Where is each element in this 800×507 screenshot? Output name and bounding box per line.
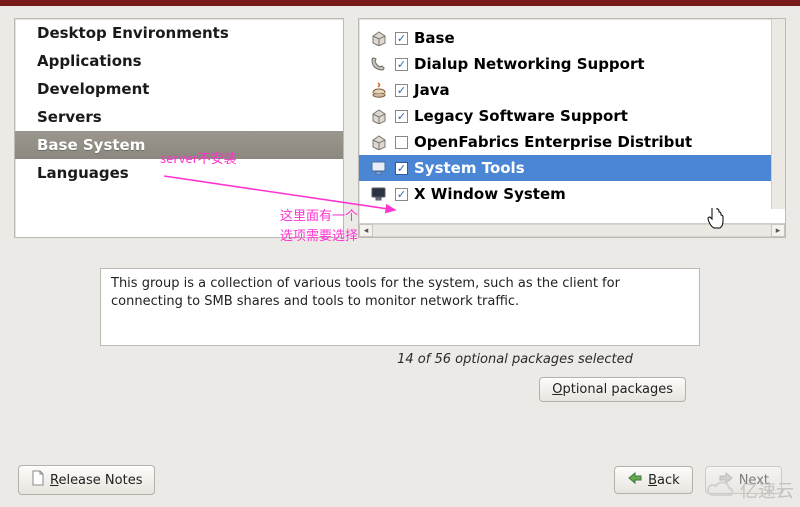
monitor-icon [369, 158, 389, 178]
checkbox-icon[interactable]: ✓ [395, 84, 408, 97]
box-icon [369, 106, 389, 126]
scroll-right-button[interactable]: ▸ [771, 224, 785, 237]
box-icon [369, 28, 389, 48]
package-label: Dialup Networking Support [414, 55, 645, 73]
package-base[interactable]: ✓ Base [359, 25, 785, 51]
monitor-icon [369, 184, 389, 204]
checkbox-icon[interactable]: ✓ [395, 32, 408, 45]
phone-icon [369, 54, 389, 74]
category-development[interactable]: Development [15, 75, 343, 103]
package-system-tools[interactable]: ✓ System Tools [359, 155, 785, 181]
watermark-text: 亿速云 [740, 477, 794, 503]
back-button[interactable]: Back [614, 466, 693, 494]
checkbox-icon[interactable]: ✓ [395, 188, 408, 201]
package-label: Java [414, 81, 450, 99]
category-base-system[interactable]: Base System [15, 131, 343, 159]
category-list: Desktop Environments Applications Develo… [14, 18, 344, 238]
package-openfabrics[interactable]: OpenFabrics Enterprise Distribut [359, 129, 785, 155]
checkbox-icon[interactable]: ✓ [395, 110, 408, 123]
optional-packages-status: 14 of 56 optional packages selected [14, 352, 786, 367]
package-label: Base [414, 29, 455, 47]
category-servers[interactable]: Servers [15, 103, 343, 131]
category-desktop-environments[interactable]: Desktop Environments [15, 19, 343, 47]
package-legacy-software[interactable]: ✓ Legacy Software Support [359, 103, 785, 129]
button-label: Release Notes [50, 473, 142, 488]
package-dialup-networking[interactable]: ✓ Dialup Networking Support [359, 51, 785, 77]
package-label: System Tools [414, 159, 525, 177]
main-area: Desktop Environments Applications Develo… [0, 6, 800, 402]
package-label: X Window System [414, 185, 566, 203]
category-applications[interactable]: Applications [15, 47, 343, 75]
scroll-track[interactable] [373, 224, 771, 237]
package-list: ✓ Base ✓ Dialup Networking Support [359, 19, 785, 209]
document-icon [31, 470, 45, 490]
checkbox-icon[interactable]: ✓ [395, 58, 408, 71]
scroll-left-button[interactable]: ◂ [359, 224, 373, 237]
description-box: This group is a collection of various to… [100, 268, 700, 346]
arrow-left-icon [627, 471, 643, 489]
checkbox-icon[interactable]: ✓ [395, 162, 408, 175]
release-notes-button[interactable]: Release Notes [18, 465, 155, 495]
vertical-scrollbar[interactable] [771, 19, 785, 209]
package-list-viewport: ✓ Base ✓ Dialup Networking Support [359, 19, 785, 223]
optional-packages-button[interactable]: Optional packages [539, 377, 686, 402]
checkbox-icon[interactable] [395, 136, 408, 149]
package-label: Legacy Software Support [414, 107, 628, 125]
box-icon [369, 132, 389, 152]
java-icon [369, 80, 389, 100]
bottom-bar: Release Notes Back Next [18, 465, 782, 495]
horizontal-scrollbar[interactable]: ◂ ▸ [359, 223, 785, 237]
category-languages[interactable]: Languages [15, 159, 343, 187]
button-label: Back [648, 473, 680, 488]
package-x-window-system[interactable]: ✓ X Window System [359, 181, 785, 207]
package-label: OpenFabrics Enterprise Distribut [414, 133, 692, 151]
cloud-icon [704, 479, 736, 501]
package-java[interactable]: ✓ Java [359, 77, 785, 103]
package-panel: ✓ Base ✓ Dialup Networking Support [358, 18, 786, 238]
button-label: Optional packages [552, 382, 673, 397]
watermark: 亿速云 [704, 477, 794, 503]
